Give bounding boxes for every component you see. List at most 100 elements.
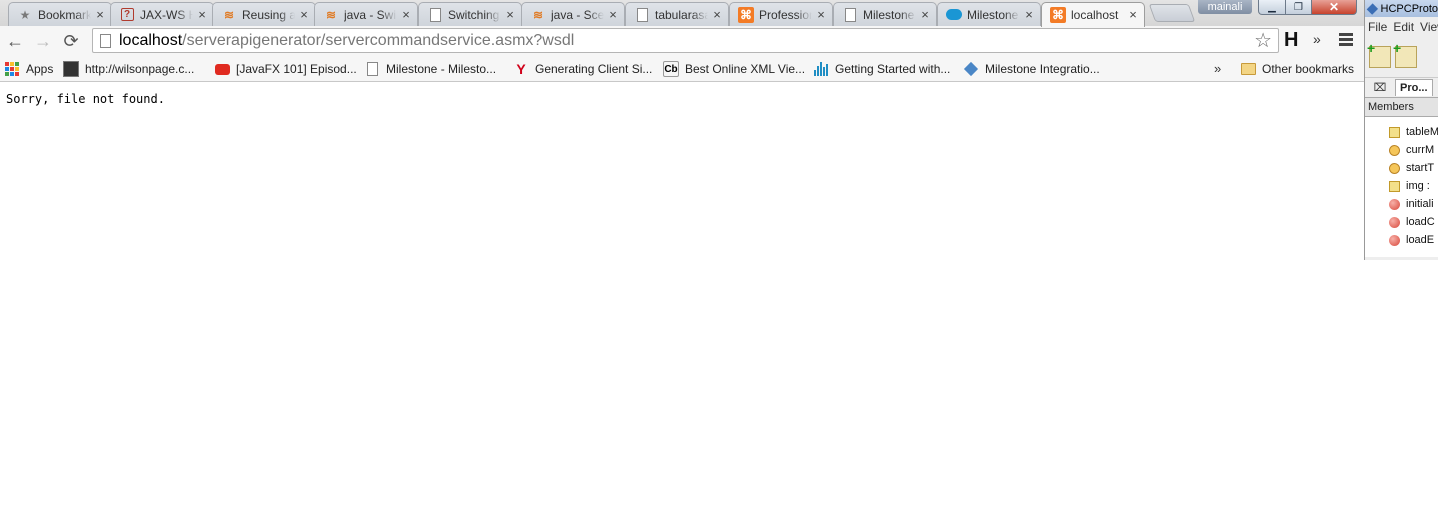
tab-java-scene[interactable]: ≋ java - Scene × [521,2,625,26]
close-icon[interactable]: × [1022,7,1036,22]
close-icon[interactable]: × [93,7,107,22]
bookmark-milestone-integration[interactable]: Milestone Integratio... [963,59,1100,79]
tab-milestone-doc[interactable]: Milestone × [833,2,937,26]
method-icon [1389,234,1400,246]
ide-titlebar[interactable]: HCPCProto [1365,0,1438,17]
bookmark-generating-client[interactable]: Y Generating Client Si... [513,59,652,79]
tab-projects[interactable]: Pro... [1395,79,1433,96]
tab-title: Reusing a [242,7,295,22]
close-icon[interactable]: × [606,7,620,22]
close-icon[interactable]: × [918,7,932,22]
tab-title: Professional [759,7,812,22]
new-tab-button[interactable] [1148,4,1196,22]
bookmarks-overflow-button[interactable]: » [1214,61,1221,76]
bookmark-apps[interactable]: Apps [4,59,53,79]
forward-arrow-icon: → [34,30,52,51]
bookmark-xml-viewer[interactable]: Cb Best Online XML Vie... [663,59,805,79]
ide-panel-tabs: ⌧ Pro... [1365,77,1438,97]
private-field-icon [1389,144,1400,156]
member-item[interactable]: startT [1365,159,1438,177]
url-path: /serverapigenerator/servercommandservice… [182,31,575,49]
bookmark-getting-started[interactable]: Getting Started with... [813,59,950,79]
close-icon[interactable]: × [297,7,311,22]
reload-icon: ⟳ [63,30,79,51]
bookmark-label: Milestone Integratio... [985,62,1100,76]
ide-menubar: File Edit View [1365,17,1438,37]
window-close-button[interactable]: ✕ [1311,0,1357,15]
maximize-button[interactable]: ❐ [1285,0,1312,15]
bookmark-javafx[interactable]: [JavaFX 101] Episod... [214,59,357,79]
close-icon[interactable]: × [503,7,517,22]
page-content: Sorry, file not found. [0,83,1364,528]
stackoverflow-icon: ≋ [325,7,337,22]
tab-java-swing[interactable]: ≋ java - Swing × [314,2,418,26]
address-bar[interactable]: localhost/serverapigenerator/servercomma… [92,28,1279,53]
member-label: img : [1406,180,1430,192]
back-button[interactable]: ← [2,28,28,54]
member-item[interactable]: loadE [1365,231,1438,249]
member-label: initiali [1406,198,1434,210]
bookmark-label: Milestone - Milesto... [386,62,497,76]
menu-view[interactable]: View [1420,20,1438,34]
tab-strip: ★ Bookmarks × ? JAX-WS Handler × ≋ Reusi… [0,0,1364,27]
close-icon[interactable]: × [710,7,724,22]
tab-jax-ws[interactable]: ? JAX-WS Handler × [110,2,214,26]
tab-professional[interactable]: ⌘ Professional × [729,2,833,26]
bookmark-label: Best Online XML Vie... [685,62,806,76]
tab-milestone-cloud[interactable]: Milestone × [937,2,1041,26]
page-icon [100,33,111,48]
tab-localhost[interactable]: ⌘ localhost × [1041,2,1145,27]
reload-button[interactable]: ⟳ [58,28,84,54]
cloud-icon [946,7,962,23]
menu-edit[interactable]: Edit [1393,20,1414,34]
bars-icon [813,61,829,77]
xampp-icon: ⌘ [1050,7,1066,23]
java-app-icon [1366,2,1378,15]
stackoverflow-icon: ≋ [532,7,544,22]
menu-file[interactable]: File [1368,20,1387,34]
bookmark-milestone[interactable]: Milestone - Milesto... [364,59,496,79]
member-item[interactable]: loadC [1365,213,1438,231]
tab-reusing[interactable]: ≋ Reusing a × [212,2,316,26]
extensions-overflow-button[interactable]: » [1313,31,1321,47]
method-icon [1389,216,1400,228]
other-bookmarks-button[interactable]: Other bookmarks [1240,59,1354,79]
tab-bookmarks[interactable]: ★ Bookmarks × [8,2,112,26]
bookmark-label: [JavaFX 101] Episod... [236,62,357,76]
bookmark-label: Generating Client Si... [535,62,653,76]
close-icon[interactable]: × [1126,8,1140,22]
close-icon[interactable]: × [814,7,828,22]
xampp-icon: ⌘ [738,6,754,23]
tab-title: Milestone [863,7,915,22]
tab-title: java - Swing [344,7,397,22]
stackoverflow-icon: ≋ [223,7,235,22]
forward-button[interactable]: → [30,28,56,54]
member-item[interactable]: initiali [1365,195,1438,213]
new-project-icon[interactable] [1393,40,1417,68]
new-file-icon[interactable] [1367,40,1391,68]
user-profile-badge[interactable]: mainali [1198,0,1252,14]
tab-switching[interactable]: Switching × [418,2,522,26]
member-label: currM [1406,144,1435,156]
tab-title: java - Scene [551,7,604,22]
extension-h-button[interactable]: H [1284,29,1298,52]
member-item[interactable]: currM [1365,141,1438,159]
tab-tabularasa[interactable]: tabularasa × [625,2,729,26]
bookmark-star-icon[interactable]: ☆ [1254,30,1272,52]
back-arrow-icon: ← [6,30,24,51]
folder-icon [1240,61,1256,77]
browser-toolbar: ← → ⟳ localhost/serverapigenerator/serve… [0,26,1364,56]
member-label: startT [1406,162,1435,174]
bookmark-label: Other bookmarks [1262,62,1355,76]
bookmark-label: Getting Started with... [835,62,951,76]
minimize-button[interactable]: ▁ [1258,0,1286,15]
document-icon [427,7,443,23]
close-icon[interactable]: × [399,7,413,22]
menu-hamburger-icon[interactable] [1339,33,1353,48]
member-label: loadE [1406,234,1435,246]
member-item[interactable]: img : [1365,177,1438,195]
panel-close-icon[interactable]: ⌧ [1365,81,1395,94]
close-icon[interactable]: × [195,7,209,22]
member-item[interactable]: tableM [1365,123,1438,141]
bookmark-wilsonpage[interactable]: http://wilsonpage.c... [63,59,194,79]
